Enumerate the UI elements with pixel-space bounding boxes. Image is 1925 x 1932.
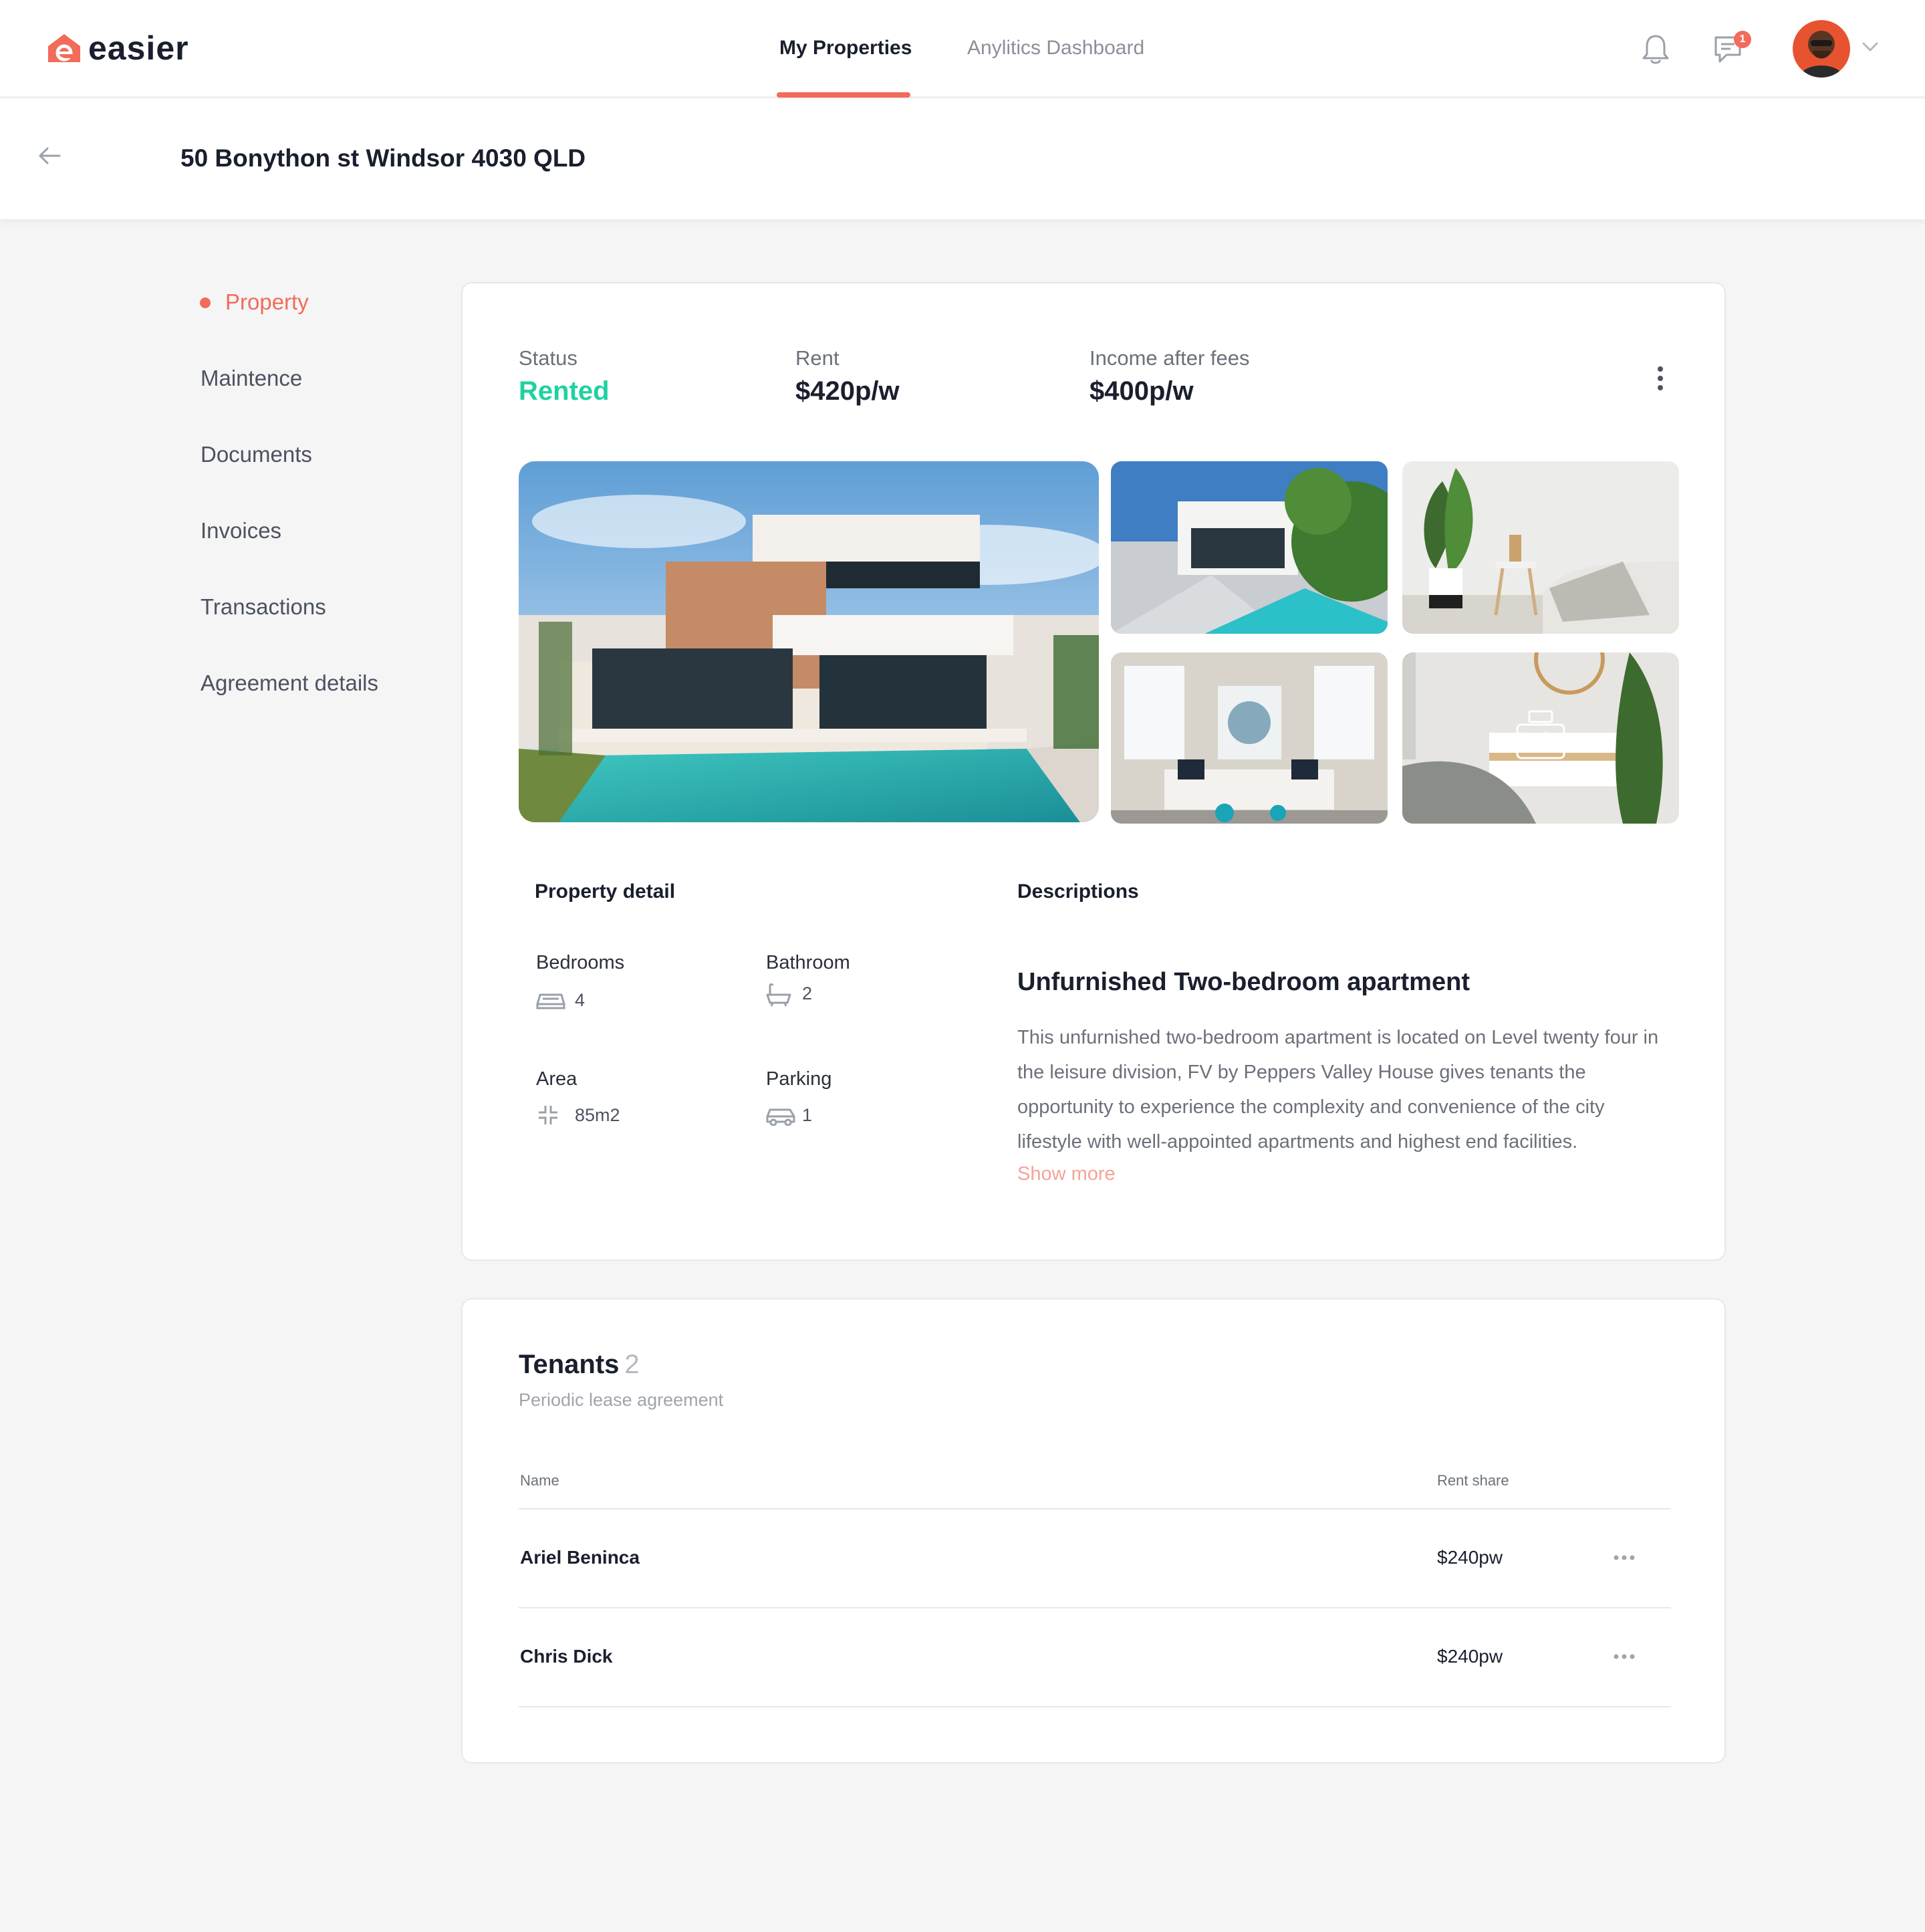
area-compress-icon [539, 1106, 557, 1124]
back-arrow-icon[interactable] [37, 146, 61, 166]
description-title: Unfurnished Two-bedroom apartment [1017, 968, 1470, 996]
chevron-down-icon[interactable] [1861, 40, 1880, 53]
bedroom-image [1402, 652, 1679, 824]
house-exterior-image [519, 461, 1099, 822]
tab-my-properties[interactable]: My Properties [779, 35, 912, 62]
lounge-room-image [1111, 652, 1388, 824]
bed-icon [536, 993, 565, 1009]
active-tab-indicator [777, 92, 910, 98]
bedrooms-value: 4 [575, 990, 586, 1010]
tenants-heading: Tenants 2 [519, 1346, 640, 1382]
property-photo-3[interactable] [1402, 461, 1679, 634]
page-header: 50 Bonython st Windsor 4030 QLD [0, 99, 1925, 219]
sidebar-item-invoices[interactable]: Invoices [201, 516, 281, 546]
car-icon [766, 1108, 795, 1126]
bedrooms-label: Bedrooms [536, 952, 625, 973]
bathtub-icon [766, 983, 791, 1007]
bathroom-label: Bathroom [766, 952, 850, 973]
living-plant-image [1402, 461, 1679, 634]
brand-logo[interactable]: easier [47, 29, 189, 67]
tenant-rent-share: $240pw [1437, 1547, 1503, 1568]
status-label: Status [519, 346, 578, 370]
sidebar-item-transactions[interactable]: Transactions [201, 592, 326, 622]
descriptions-heading: Descriptions [1017, 880, 1139, 902]
rent-label: Rent [795, 346, 840, 370]
lease-type: Periodic lease agreement [519, 1390, 724, 1410]
property-detail-heading: Property detail [535, 880, 676, 902]
tenants-title: Tenants [519, 1350, 620, 1379]
tab-analytics-dashboard[interactable]: Anylitics Dashboard [967, 35, 1144, 62]
table-row-divider [519, 1607, 1671, 1608]
income-value: $400p/w [1089, 376, 1194, 406]
bathroom-value: 2 [802, 983, 813, 1003]
tenant-name[interactable]: Chris Dick [520, 1643, 613, 1670]
table-divider [519, 1508, 1671, 1510]
active-dot [200, 297, 211, 308]
status-value: Rented [519, 376, 610, 406]
chat-notification-badge: 1 [1734, 31, 1751, 48]
parking-value: 1 [802, 1105, 813, 1125]
tenant-name[interactable]: Ariel Beninca [520, 1544, 640, 1571]
rent-value: $420p/w [795, 376, 900, 406]
property-photo-2[interactable] [1111, 461, 1388, 634]
avatar[interactable] [1793, 20, 1850, 78]
more-options-icon[interactable] [1655, 364, 1666, 393]
brand-name: easier [88, 29, 189, 67]
sidebar-item-property[interactable]: Property [225, 287, 309, 317]
sidebar-item-agreement-details[interactable]: Agreement details [201, 669, 378, 698]
column-header-rent-share: Rent share [1437, 1472, 1509, 1489]
sidebar-item-documents[interactable]: Documents [201, 440, 312, 469]
tenant-rent-share: $240pw [1437, 1646, 1503, 1667]
property-photo-4[interactable] [1111, 652, 1388, 824]
area-label: Area [536, 1068, 578, 1090]
area-value: 85m2 [575, 1105, 620, 1125]
row-more-options-icon[interactable] [1612, 1554, 1636, 1562]
house-side-image [1111, 461, 1388, 634]
property-main-photo[interactable] [519, 461, 1099, 822]
property-photo-5[interactable] [1402, 652, 1679, 824]
table-row-divider [519, 1706, 1671, 1707]
property-card: Status Rented Rent $420p/w Income after … [461, 282, 1726, 1261]
user-avatar-image [1793, 20, 1850, 78]
page-title: 50 Bonython st Windsor 4030 QLD [180, 144, 586, 172]
parking-label: Parking [766, 1068, 832, 1090]
house-logo-icon [48, 34, 80, 62]
income-label: Income after fees [1089, 346, 1250, 370]
sidebar-item-maintenance[interactable]: Maintence [201, 364, 302, 393]
show-more-link[interactable]: Show more [1017, 1161, 1116, 1187]
tenants-card: Tenants 2 Periodic lease agreement Name R… [461, 1298, 1726, 1764]
bell-icon[interactable] [1641, 33, 1670, 66]
column-header-name: Name [520, 1472, 559, 1489]
top-navigation: easier My Properties Anylitics Dashboard… [0, 0, 1925, 98]
tenants-count: 2 [624, 1350, 640, 1379]
description-body: This unfurnished two-bedroom apartment i… [1017, 1027, 1659, 1153]
row-more-options-icon[interactable] [1612, 1653, 1636, 1661]
